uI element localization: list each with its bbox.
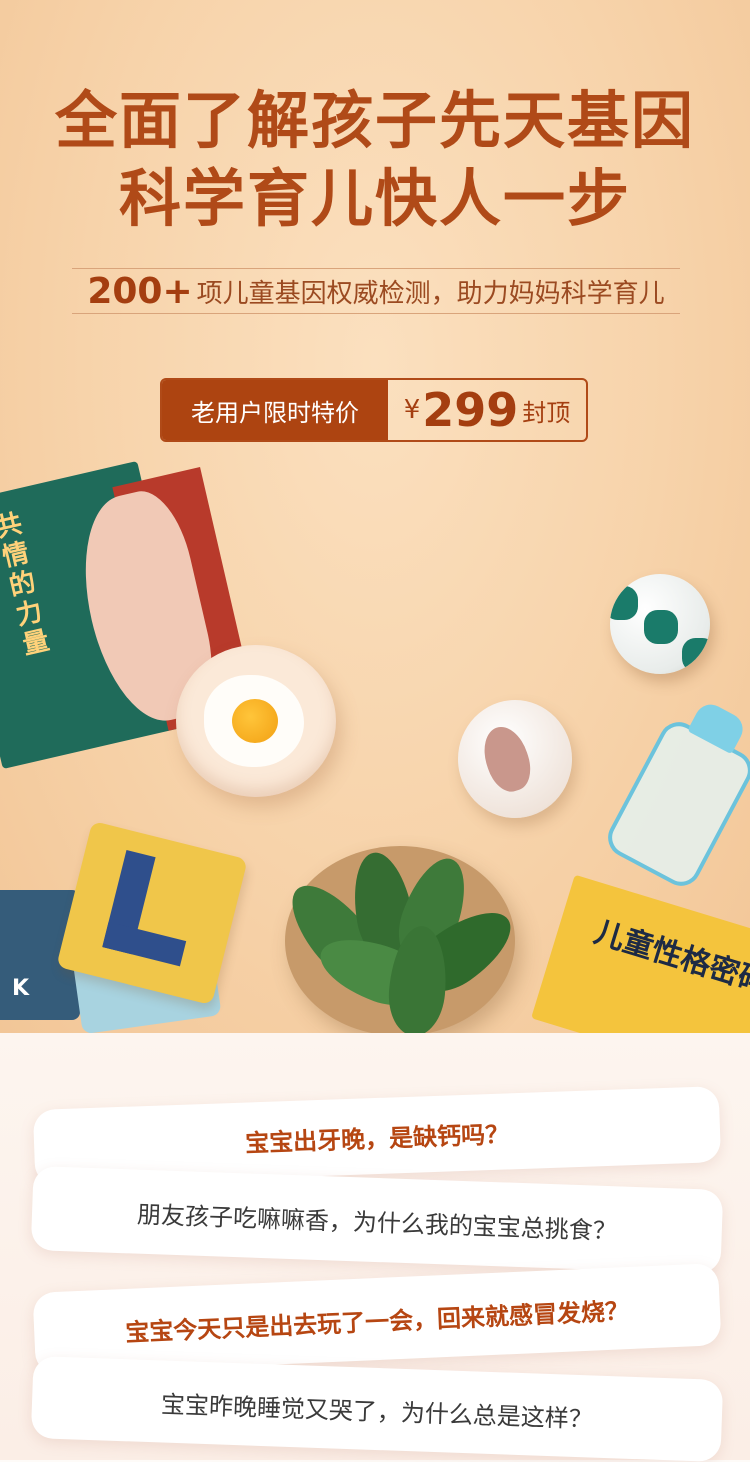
footprint-plaque-image [458,700,572,818]
soccer-ball-image [610,574,710,674]
letter-l-shape [102,921,187,967]
spinach-plate-image [276,846,525,1033]
egg-bowl-image [176,645,336,797]
egg-yolk [232,699,278,743]
footprint-icon [476,721,538,797]
yellow-book-image: 儿童性格密码 [531,874,750,1033]
hero-banner: 全面了解孩子先天基因 科学育儿快人一步 200+ 项儿童基因权威检测，助力妈妈科… [0,0,750,1033]
yellow-book-title: 儿童性格密码 [590,914,750,1001]
ball-patch [644,610,678,644]
question-text: 朋友孩子吃嘛嘛香，为什么我的宝宝总挑食？ [136,1200,618,1245]
flash-card-letter: K [12,976,30,1001]
price-offer-button[interactable]: 老用户限时特价 ¥ 299 封顶 [160,378,588,442]
question-text: 宝宝今天只是出去玩了一会，回来就感冒发烧？ [124,1296,630,1347]
hero-title-line2: 科学育儿快人一步 [118,162,631,235]
price-tag-label: 老用户限时特价 [162,380,388,440]
price-amount: 299 [422,383,519,437]
hero-title-line1: 全面了解孩子先天基因 [54,84,695,157]
price-value: ¥ 299 封顶 [388,380,586,440]
ball-patch [610,586,638,620]
ball-patch [682,638,710,672]
question-text: 宝宝昨晚睡觉又哭了，为什么总是这样？ [160,1389,594,1434]
subtitle-text: 项儿童基因权威检测，助力妈妈科学育儿 [196,278,665,309]
subtitle-number: 200+ [87,270,193,312]
price-unit: 封顶 [522,398,571,427]
bottle-cap [687,699,749,755]
green-book-image: 共情的力量 [0,460,257,770]
currency-symbol: ¥ [403,395,421,425]
baby-bottle-image [601,699,750,893]
question-text: 宝宝出牙晚，是缺钙吗？ [244,1119,510,1158]
hero-subtitle: 200+ 项儿童基因权威检测，助力妈妈科学育儿 [72,268,680,314]
green-book-title: 共情的力量 [0,509,52,662]
